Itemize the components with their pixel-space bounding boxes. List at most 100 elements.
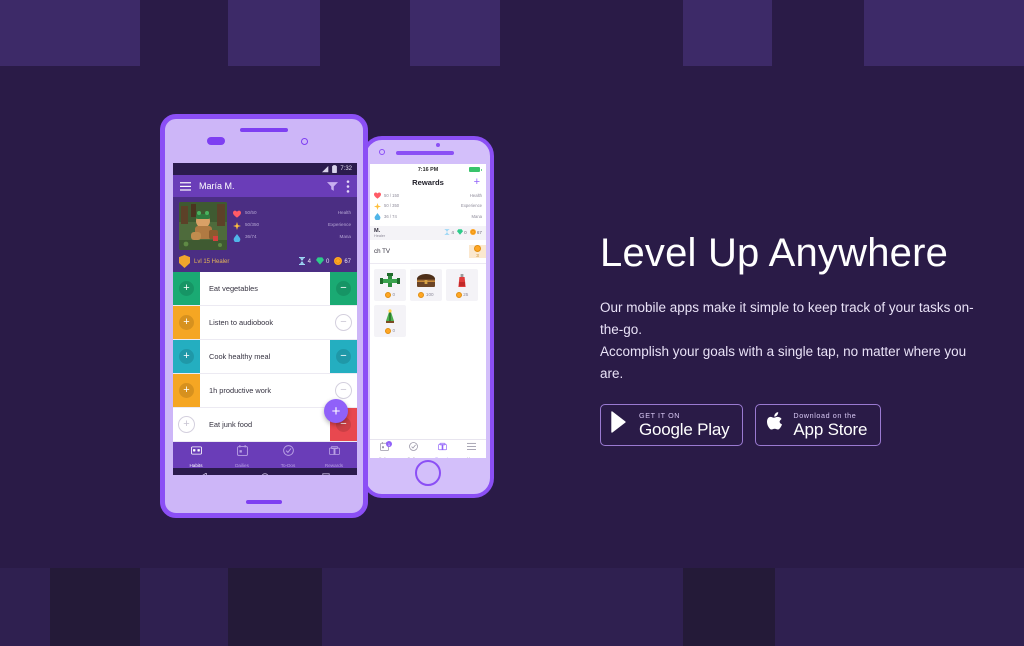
- gold-coin-icon: [469, 229, 476, 236]
- android-mockup: 7:32 María M. 50/50 Health 50/350 Experi…: [160, 114, 368, 518]
- reward-card[interactable]: 0: [374, 268, 406, 301]
- iphone-stat-value: 36 / 74: [384, 213, 397, 219]
- iphone-tab-todos[interactable]: To-Dos: [399, 440, 428, 458]
- filter-icon[interactable]: [327, 181, 338, 191]
- android-stat-label: Health: [337, 209, 351, 215]
- habit-minus-cell[interactable]: −: [330, 340, 357, 373]
- android-stat-labels: 50/50 Health: [245, 210, 351, 215]
- habit-minus-button[interactable]: −: [335, 382, 352, 399]
- android-tab-habits[interactable]: Habits: [173, 442, 219, 468]
- habit-plus-button[interactable]: +: [178, 416, 195, 433]
- iphone-home-button[interactable]: [415, 460, 441, 486]
- android-tab-todos[interactable]: To-Dos: [265, 442, 311, 468]
- home-icon[interactable]: [261, 472, 269, 476]
- iphone-stat-value: 50 / 150: [384, 192, 400, 198]
- android-status-bar: 7:32: [173, 163, 357, 175]
- android-screen: 7:32 María M. 50/50 Health 50/350 Experi…: [173, 163, 357, 475]
- iphone-nav-title: Rewards: [412, 177, 444, 187]
- phone-mockups: 7:16 PM Rewards + 50 / 150 Health 50 / 3…: [0, 0, 600, 646]
- iphone-sensor-dot: [436, 143, 440, 147]
- avatar[interactable]: [179, 202, 227, 250]
- habit-label: Listen to audiobook: [209, 318, 274, 327]
- habit-plus-cell[interactable]: +: [173, 374, 200, 407]
- reward-card[interactable]: 25: [446, 268, 478, 301]
- iphone-custom-reward-cost-value: 3: [476, 252, 479, 258]
- overflow-menu-icon[interactable]: [346, 179, 350, 193]
- hamburger-menu-icon[interactable]: [180, 181, 191, 191]
- habit-plus-button[interactable]: +: [179, 281, 194, 296]
- iphone-counter: 4: [444, 229, 454, 236]
- reward-cost-value: 0: [392, 328, 396, 333]
- habit-plus-button[interactable]: +: [179, 383, 194, 398]
- habit-minus-button[interactable]: −: [335, 314, 352, 331]
- android-stat-body: 50/350 Experience: [245, 221, 351, 227]
- habit-plus-button[interactable]: +: [179, 315, 194, 330]
- app-store-badge-top: Download on the: [793, 410, 857, 420]
- iphone-counter-value: 4: [451, 230, 454, 235]
- iphone-counter-value: 67: [476, 230, 482, 235]
- android-tab-label: Dailies: [235, 462, 249, 468]
- reward-cost: 0: [384, 327, 396, 334]
- habit-minus-cell[interactable]: −: [330, 272, 357, 305]
- android-chin-bar: [246, 500, 282, 504]
- heart-icon: [374, 192, 381, 201]
- habit-plus-cell[interactable]: +: [173, 408, 200, 441]
- iphone-speaker: [396, 151, 454, 155]
- iphone-tab-badge: 1: [386, 441, 392, 447]
- habit-plus-cell[interactable]: +: [173, 340, 200, 373]
- iphone-tab-rewards[interactable]: Rewards: [428, 440, 457, 458]
- apple-logo-icon: [766, 411, 785, 439]
- iphone-tab-dailies[interactable]: 1 Dailies: [370, 440, 399, 458]
- iphone-custom-reward-cost: 3: [469, 244, 486, 258]
- reward-card[interactable]: 100: [410, 268, 442, 301]
- gold-coin-icon: [418, 291, 425, 298]
- add-habit-fab[interactable]: +: [324, 399, 348, 423]
- android-speaker: [240, 128, 288, 132]
- google-play-icon: [611, 411, 631, 438]
- iphone-counter-value: 0: [464, 230, 467, 235]
- hero-section: Level Up Anywhere Our mobile apps make i…: [600, 231, 1000, 446]
- weapon-icon: [380, 308, 400, 325]
- shield-icon: [179, 255, 190, 268]
- calendar-icon: [236, 443, 248, 461]
- android-stat-body: 50/50 Health: [245, 209, 351, 215]
- android-stat-row: 50/50 Health: [233, 209, 351, 219]
- check-circle-icon: [409, 438, 418, 456]
- android-tab-label: Rewards: [324, 462, 344, 468]
- android-stat-value: 36/74: [245, 233, 257, 239]
- habit-row[interactable]: + Listen to audiobook −: [173, 306, 357, 340]
- android-camera-icon: [301, 138, 308, 145]
- avatar-artwork: [179, 202, 227, 250]
- background-block: [683, 0, 772, 66]
- recents-icon[interactable]: [322, 472, 330, 476]
- habit-label: Eat vegetables: [209, 284, 258, 293]
- android-tab-dailies[interactable]: Dailies: [219, 442, 265, 468]
- habit-plus-cell[interactable]: +: [173, 306, 200, 339]
- back-icon[interactable]: [200, 472, 208, 476]
- habit-minus-button[interactable]: −: [336, 349, 351, 364]
- gold-coin-icon: [474, 244, 481, 252]
- habit-row[interactable]: + Cook healthy meal −: [173, 340, 357, 374]
- iphone-custom-reward-row[interactable]: ch TV 3: [370, 239, 486, 264]
- add-reward-button[interactable]: +: [474, 177, 480, 188]
- google-play-badge[interactable]: GET IT ON Google Play: [600, 403, 744, 446]
- android-stat-value: 50/50: [245, 209, 257, 215]
- iphone-stats-panel: 50 / 150 Health 50 / 350 Experience 36 /…: [370, 189, 486, 226]
- habit-plus-button[interactable]: +: [179, 349, 194, 364]
- iphone-status-time: 7:16 PM: [417, 166, 439, 173]
- habit-row[interactable]: + Eat vegetables −: [173, 272, 357, 306]
- habit-label: 1h productive work: [209, 386, 272, 395]
- iphone-user-class: Healer: [374, 233, 386, 238]
- app-store-badge[interactable]: Download on the App Store: [755, 403, 882, 446]
- habit-plus-cell[interactable]: +: [173, 272, 200, 305]
- gold-coin-icon: [384, 327, 391, 334]
- android-stat-labels: 50/350 Experience: [245, 222, 351, 227]
- droplet-icon: [233, 233, 241, 243]
- star-icon: [233, 221, 241, 231]
- iphone-tab-menu[interactable]: Menu: [457, 440, 486, 458]
- reward-card[interactable]: 0: [374, 304, 406, 337]
- habit-minus-cell[interactable]: −: [330, 306, 357, 339]
- android-tab-rewards[interactable]: Rewards: [311, 442, 357, 468]
- iphone-tab-label: Rewards: [435, 457, 449, 459]
- habit-minus-button[interactable]: −: [336, 281, 351, 296]
